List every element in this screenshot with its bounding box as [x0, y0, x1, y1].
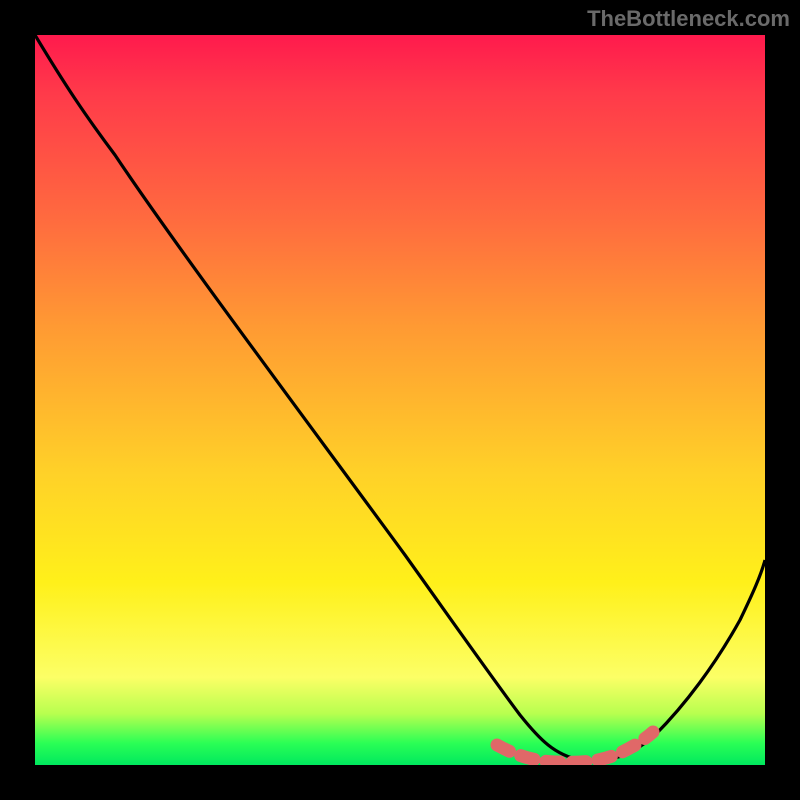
plot-area: [35, 35, 765, 765]
curve-layer: [35, 35, 765, 765]
highlight-dashes: [497, 732, 653, 762]
bottleneck-curve: [35, 35, 765, 761]
chart-frame: TheBottleneck.com: [0, 0, 800, 800]
watermark-text: TheBottleneck.com: [587, 6, 790, 32]
